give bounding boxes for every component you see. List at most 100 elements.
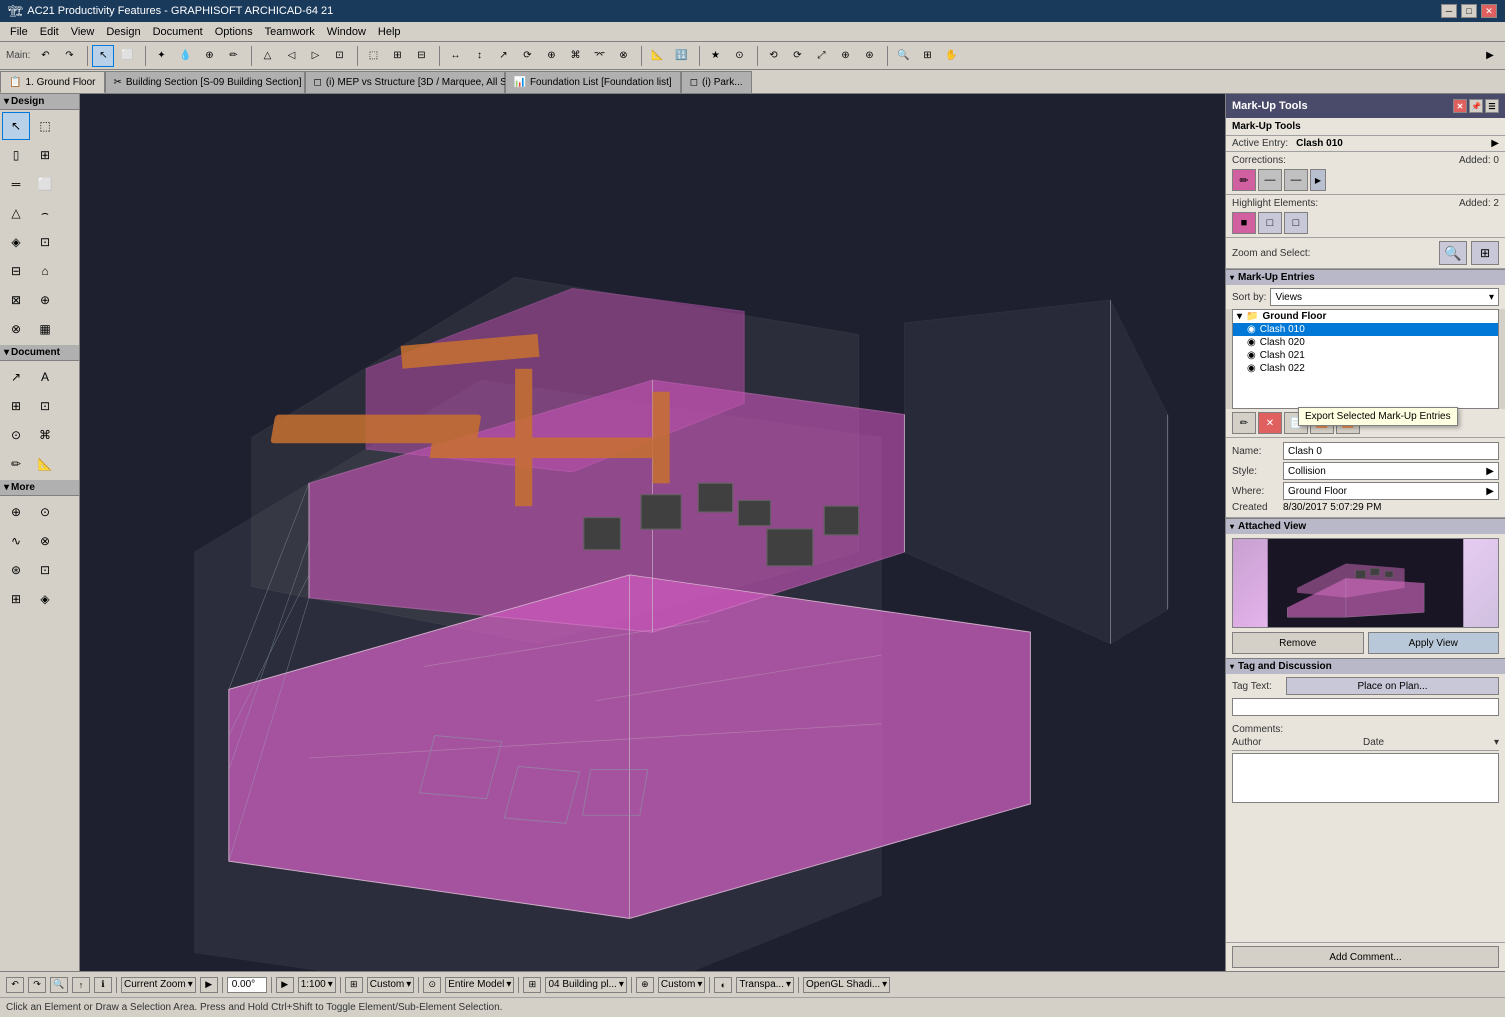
current-zoom-dropdown[interactable]: Current Zoom ▾: [121, 977, 196, 993]
tb-t2[interactable]: ↕: [468, 45, 490, 67]
nav-info-btn[interactable]: ℹ: [94, 977, 112, 993]
tb-r3[interactable]: ⤢: [810, 45, 832, 67]
panel-close-btn[interactable]: ✕: [1453, 99, 1467, 113]
scale-nav-btn[interactable]: ▶: [276, 977, 294, 993]
tb-snap[interactable]: ⊙: [728, 45, 750, 67]
title-bar-right[interactable]: ─ □ ✕: [1441, 4, 1497, 18]
tool-shell[interactable]: ⌢: [31, 199, 59, 227]
correction-icon-dash2[interactable]: —: [1284, 169, 1308, 191]
tb-t1[interactable]: ↔: [444, 45, 466, 67]
attached-view-header[interactable]: ▾ Attached View: [1226, 518, 1505, 534]
tool-lamp[interactable]: ⊗: [2, 315, 30, 343]
custom2-dropdown[interactable]: Custom ▾: [658, 977, 705, 993]
tool-morph[interactable]: ◈: [2, 228, 30, 256]
where-dropdown[interactable]: Ground Floor ▶: [1283, 482, 1499, 500]
tool-more1[interactable]: ⊕: [2, 498, 30, 526]
tool-stair[interactable]: ⊡: [31, 228, 59, 256]
tool-column[interactable]: ⊞: [31, 141, 59, 169]
panel-pin-btn[interactable]: 📌: [1469, 99, 1483, 113]
tool-railing[interactable]: ⊟: [2, 257, 30, 285]
tb-t3[interactable]: ↗: [492, 45, 514, 67]
tool-window[interactable]: ⊠: [2, 286, 30, 314]
action-delete-btn[interactable]: ✕: [1258, 412, 1282, 434]
sort-dropdown[interactable]: Views ▾: [1270, 288, 1499, 306]
tool-doc6[interactable]: ⌘: [31, 421, 59, 449]
tb-eyedrop[interactable]: 💧: [174, 45, 196, 67]
zoom-nav-btn[interactable]: ▶: [200, 977, 218, 993]
tree-item-clash021[interactable]: ◉ Clash 021: [1233, 349, 1498, 362]
tool-wall[interactable]: ▯: [2, 141, 30, 169]
tool-more6[interactable]: ⊡: [31, 556, 59, 584]
menu-edit[interactable]: Edit: [34, 24, 65, 40]
tb-select[interactable]: ↖: [92, 45, 114, 67]
tool-beam[interactable]: ═: [2, 170, 30, 198]
tb-triangle[interactable]: △: [256, 45, 278, 67]
menu-view[interactable]: View: [65, 24, 101, 40]
viewport-3d[interactable]: [80, 94, 1225, 971]
redo-btn[interactable]: ↷: [28, 977, 46, 993]
renovation-btn[interactable]: ⊕: [636, 977, 654, 993]
transparency-dropdown[interactable]: Transpа... ▾: [736, 977, 794, 993]
tb-r5[interactable]: ⊛: [858, 45, 880, 67]
sort-col-arrow[interactable]: ▾: [1494, 737, 1499, 748]
remove-view-btn[interactable]: Remove: [1232, 632, 1364, 654]
tb-right-arrow[interactable]: ▶: [1479, 45, 1501, 67]
tb-nav1[interactable]: ◁: [280, 45, 302, 67]
tb-r4[interactable]: ⊕: [834, 45, 856, 67]
tb-pen[interactable]: ✏: [222, 45, 244, 67]
tool-more4[interactable]: ⊗: [31, 527, 59, 555]
tool-doc8[interactable]: 📐: [31, 450, 59, 478]
menu-help[interactable]: Help: [372, 24, 407, 40]
place-on-plan-btn[interactable]: Place on Plan...: [1286, 677, 1499, 695]
tag-input[interactable]: [1232, 698, 1499, 716]
layers-btn[interactable]: ⊞: [345, 977, 363, 993]
viewport-area[interactable]: [80, 94, 1225, 971]
tool-curtain[interactable]: ▦: [31, 315, 59, 343]
tb-t5[interactable]: ⊕: [540, 45, 562, 67]
tab-mep[interactable]: ◻ (i) MEP vs Structure [3D / Marquee, Al…: [305, 71, 505, 93]
tab-foundation[interactable]: 📊 Foundation List [Foundation list]: [505, 71, 681, 93]
style-dropdown[interactable]: Collision ▶: [1283, 462, 1499, 480]
tb-s1[interactable]: ⬚: [362, 45, 384, 67]
zoom-btn-select[interactable]: ⊞: [1471, 241, 1499, 265]
menu-document[interactable]: Document: [147, 24, 209, 40]
tool-doc1[interactable]: ↗: [2, 363, 30, 391]
building-dropdown[interactable]: 04 Building pl... ▾: [545, 977, 626, 993]
building-btn[interactable]: ⊞: [523, 977, 541, 993]
menu-teamwork[interactable]: Teamwork: [259, 24, 321, 40]
nav-up-btn[interactable]: ↑: [72, 977, 90, 993]
tree-item-clash010[interactable]: ◉ Clash 010: [1233, 323, 1498, 336]
model-btn[interactable]: ⊙: [423, 977, 441, 993]
transparency-btn[interactable]: ◐: [714, 977, 732, 993]
search-nav-btn[interactable]: 🔍: [50, 977, 68, 993]
menu-options[interactable]: Options: [209, 24, 259, 40]
tb-s3[interactable]: ⊟: [410, 45, 432, 67]
layer-set-dropdown[interactable]: Custom ▾: [367, 977, 414, 993]
maximize-button[interactable]: □: [1461, 4, 1477, 18]
tb-t8[interactable]: ⊗: [612, 45, 634, 67]
tb-undo[interactable]: ↷: [58, 45, 80, 67]
correction-icon-pen[interactable]: ✏: [1232, 169, 1256, 191]
undo-btn[interactable]: ↶: [6, 977, 24, 993]
sidebar-section-document[interactable]: ▾ Document: [0, 345, 79, 361]
tree-item-clash022[interactable]: ◉ Clash 022: [1233, 362, 1498, 375]
panel-menu-btn[interactable]: ☰: [1485, 99, 1499, 113]
tree-group-ground-floor[interactable]: ▾ 📁 Ground Floor: [1233, 310, 1498, 323]
menu-design[interactable]: Design: [100, 24, 146, 40]
tool-doc4[interactable]: ⊡: [31, 392, 59, 420]
tool-doc7[interactable]: ✏: [2, 450, 30, 478]
add-comment-btn[interactable]: Add Comment...: [1232, 946, 1499, 968]
zoom-btn-magnify[interactable]: 🔍: [1439, 241, 1467, 265]
tb-star[interactable]: ★: [704, 45, 726, 67]
tab-ground-floor[interactable]: 📋 1. Ground Floor: [0, 71, 105, 93]
tb-zoom1[interactable]: 🔍: [892, 45, 914, 67]
highlight-icon-pink[interactable]: ■: [1232, 212, 1256, 234]
highlight-icon-box2[interactable]: □: [1284, 212, 1308, 234]
active-entry-arrow[interactable]: ▶: [1491, 138, 1499, 149]
tool-more7[interactable]: ⊞: [2, 585, 30, 613]
correction-icon-dash1[interactable]: —: [1258, 169, 1282, 191]
tb-r2[interactable]: ⟳: [786, 45, 808, 67]
scale-dropdown[interactable]: 1:100 ▾: [298, 977, 336, 993]
tool-doc3[interactable]: ⊞: [2, 392, 30, 420]
tb-marquee[interactable]: ⬜: [116, 45, 138, 67]
